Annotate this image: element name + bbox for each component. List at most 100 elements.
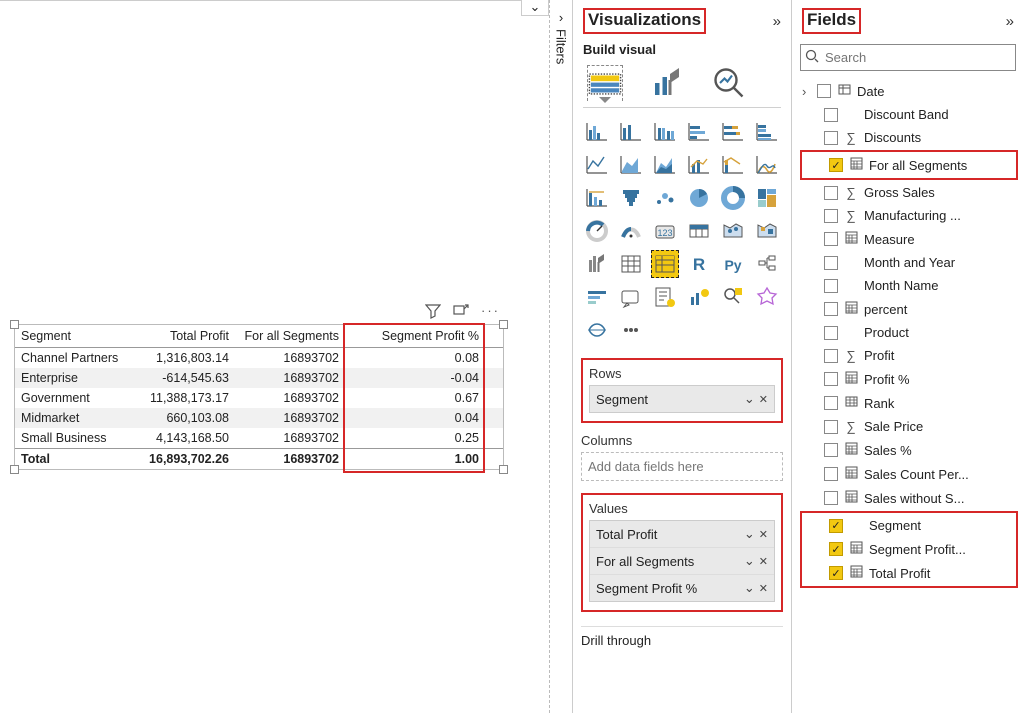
report-canvas[interactable]: ··· Segment Total Profit For all Segment…: [0, 0, 549, 713]
viz-type-icon[interactable]: [685, 151, 713, 179]
field-checkbox[interactable]: [829, 542, 843, 556]
field-checkbox[interactable]: [824, 396, 838, 410]
col-header[interactable]: For all Segments: [235, 325, 345, 347]
viz-type-icon[interactable]: [685, 118, 713, 146]
field-item[interactable]: Measure: [798, 227, 1020, 251]
chevron-down-icon[interactable]: [744, 391, 755, 407]
viz-type-icon[interactable]: [651, 250, 679, 278]
remove-icon[interactable]: [759, 553, 768, 569]
table-row[interactable]: Enterprise-614,545.6316893702-0.04: [15, 368, 503, 388]
field-item[interactable]: Discount Band: [798, 103, 1020, 126]
field-item[interactable]: Sale Price: [798, 415, 1020, 438]
field-item[interactable]: For all Segments: [803, 153, 1015, 177]
viz-type-icon[interactable]: [617, 118, 645, 146]
field-checkbox[interactable]: [824, 256, 838, 270]
field-item[interactable]: Total Profit: [803, 561, 1015, 585]
field-item[interactable]: Segment Profit...: [803, 537, 1015, 561]
remove-icon[interactable]: [759, 580, 768, 596]
field-checkbox[interactable]: [824, 326, 838, 340]
field-well-item[interactable]: Total Profit: [590, 521, 774, 548]
field-item[interactable]: percent: [798, 297, 1020, 321]
field-item[interactable]: Profit %: [798, 367, 1020, 391]
field-item[interactable]: Month Name: [798, 274, 1020, 297]
field-checkbox[interactable]: [817, 84, 831, 98]
viz-type-icon[interactable]: [753, 283, 781, 311]
collapse-pane-icon[interactable]: »: [767, 13, 781, 30]
viz-type-icon[interactable]: [617, 250, 645, 278]
viz-type-icon[interactable]: [617, 151, 645, 179]
field-checkbox[interactable]: [824, 186, 838, 200]
viz-type-icon[interactable]: [753, 184, 781, 212]
viz-type-icon[interactable]: [651, 118, 679, 146]
viz-type-icon[interactable]: [651, 184, 679, 212]
field-item[interactable]: Profit: [798, 344, 1020, 367]
field-checkbox[interactable]: [824, 232, 838, 246]
field-well-item[interactable]: Segment Profit %: [590, 575, 774, 601]
field-item[interactable]: Segment: [803, 514, 1015, 537]
viz-type-icon[interactable]: [719, 151, 747, 179]
viz-type-icon[interactable]: [617, 217, 645, 245]
remove-icon[interactable]: [759, 391, 768, 407]
table-row[interactable]: Small Business4,143,168.50168937020.25: [15, 428, 503, 448]
expand-icon[interactable]: ›: [802, 84, 812, 99]
rows-well[interactable]: Segment: [589, 385, 775, 413]
field-item[interactable]: Sales without S...: [798, 486, 1020, 510]
more-options-icon[interactable]: ···: [481, 303, 500, 322]
field-checkbox[interactable]: [824, 108, 838, 122]
canvas-collapse-toggle[interactable]: [521, 0, 549, 16]
field-checkbox[interactable]: [829, 566, 843, 580]
field-item[interactable]: Month and Year: [798, 251, 1020, 274]
field-item[interactable]: ›Date: [798, 79, 1020, 103]
viz-type-icon[interactable]: [617, 184, 645, 212]
viz-type-icon[interactable]: [685, 184, 713, 212]
viz-type-icon[interactable]: [719, 118, 747, 146]
search-input[interactable]: [800, 44, 1016, 71]
chevron-down-icon[interactable]: [744, 580, 755, 596]
viz-type-icon[interactable]: [753, 151, 781, 179]
col-header[interactable]: Total Profit: [135, 325, 235, 347]
viz-type-icon[interactable]: [685, 217, 713, 245]
field-checkbox[interactable]: [829, 519, 843, 533]
field-item[interactable]: Discounts: [798, 126, 1020, 149]
viz-type-icon[interactable]: [651, 151, 679, 179]
viz-type-icon[interactable]: Py: [719, 250, 747, 278]
col-header[interactable]: Segment: [15, 325, 135, 347]
field-checkbox[interactable]: [824, 209, 838, 223]
resize-handle[interactable]: [10, 465, 19, 474]
columns-well[interactable]: Add data fields here: [581, 452, 783, 481]
values-well[interactable]: Total ProfitFor all SegmentsSegment Prof…: [589, 520, 775, 602]
viz-type-icon[interactable]: [583, 283, 611, 311]
filters-pane-collapsed[interactable]: › Filters: [549, 0, 573, 713]
field-checkbox[interactable]: [824, 491, 838, 505]
viz-type-icon[interactable]: [583, 118, 611, 146]
viz-type-icon[interactable]: [753, 250, 781, 278]
field-checkbox[interactable]: [824, 467, 838, 481]
viz-type-icon[interactable]: [617, 283, 645, 311]
field-well-item[interactable]: For all Segments: [590, 548, 774, 575]
field-item[interactable]: Sales %: [798, 438, 1020, 462]
matrix-visual[interactable]: ··· Segment Total Profit For all Segment…: [14, 303, 504, 470]
table-row[interactable]: Channel Partners1,316,803.14168937020.08: [15, 348, 503, 368]
remove-icon[interactable]: [759, 526, 768, 542]
resize-handle[interactable]: [499, 320, 508, 329]
field-item[interactable]: Gross Sales: [798, 181, 1020, 204]
field-item[interactable]: Product: [798, 321, 1020, 344]
viz-type-icon[interactable]: [685, 283, 713, 311]
focus-mode-icon[interactable]: [453, 303, 469, 322]
viz-type-icon[interactable]: [583, 250, 611, 278]
table-row[interactable]: Midmarket660,103.08168937020.04: [15, 408, 503, 428]
field-checkbox[interactable]: [824, 131, 838, 145]
viz-type-icon[interactable]: [583, 184, 611, 212]
col-header[interactable]: Segment Profit %: [345, 325, 485, 347]
viz-type-icon[interactable]: [583, 151, 611, 179]
viz-type-icon[interactable]: [719, 184, 747, 212]
table-row[interactable]: Government11,388,173.17168937020.67: [15, 388, 503, 408]
field-checkbox[interactable]: [824, 302, 838, 316]
format-visual-tab[interactable]: [649, 65, 685, 101]
viz-type-icon[interactable]: [719, 217, 747, 245]
field-checkbox[interactable]: [824, 349, 838, 363]
collapse-pane-icon[interactable]: »: [1000, 13, 1014, 30]
viz-type-icon[interactable]: [753, 217, 781, 245]
viz-type-icon[interactable]: [719, 283, 747, 311]
viz-type-icon[interactable]: [651, 283, 679, 311]
